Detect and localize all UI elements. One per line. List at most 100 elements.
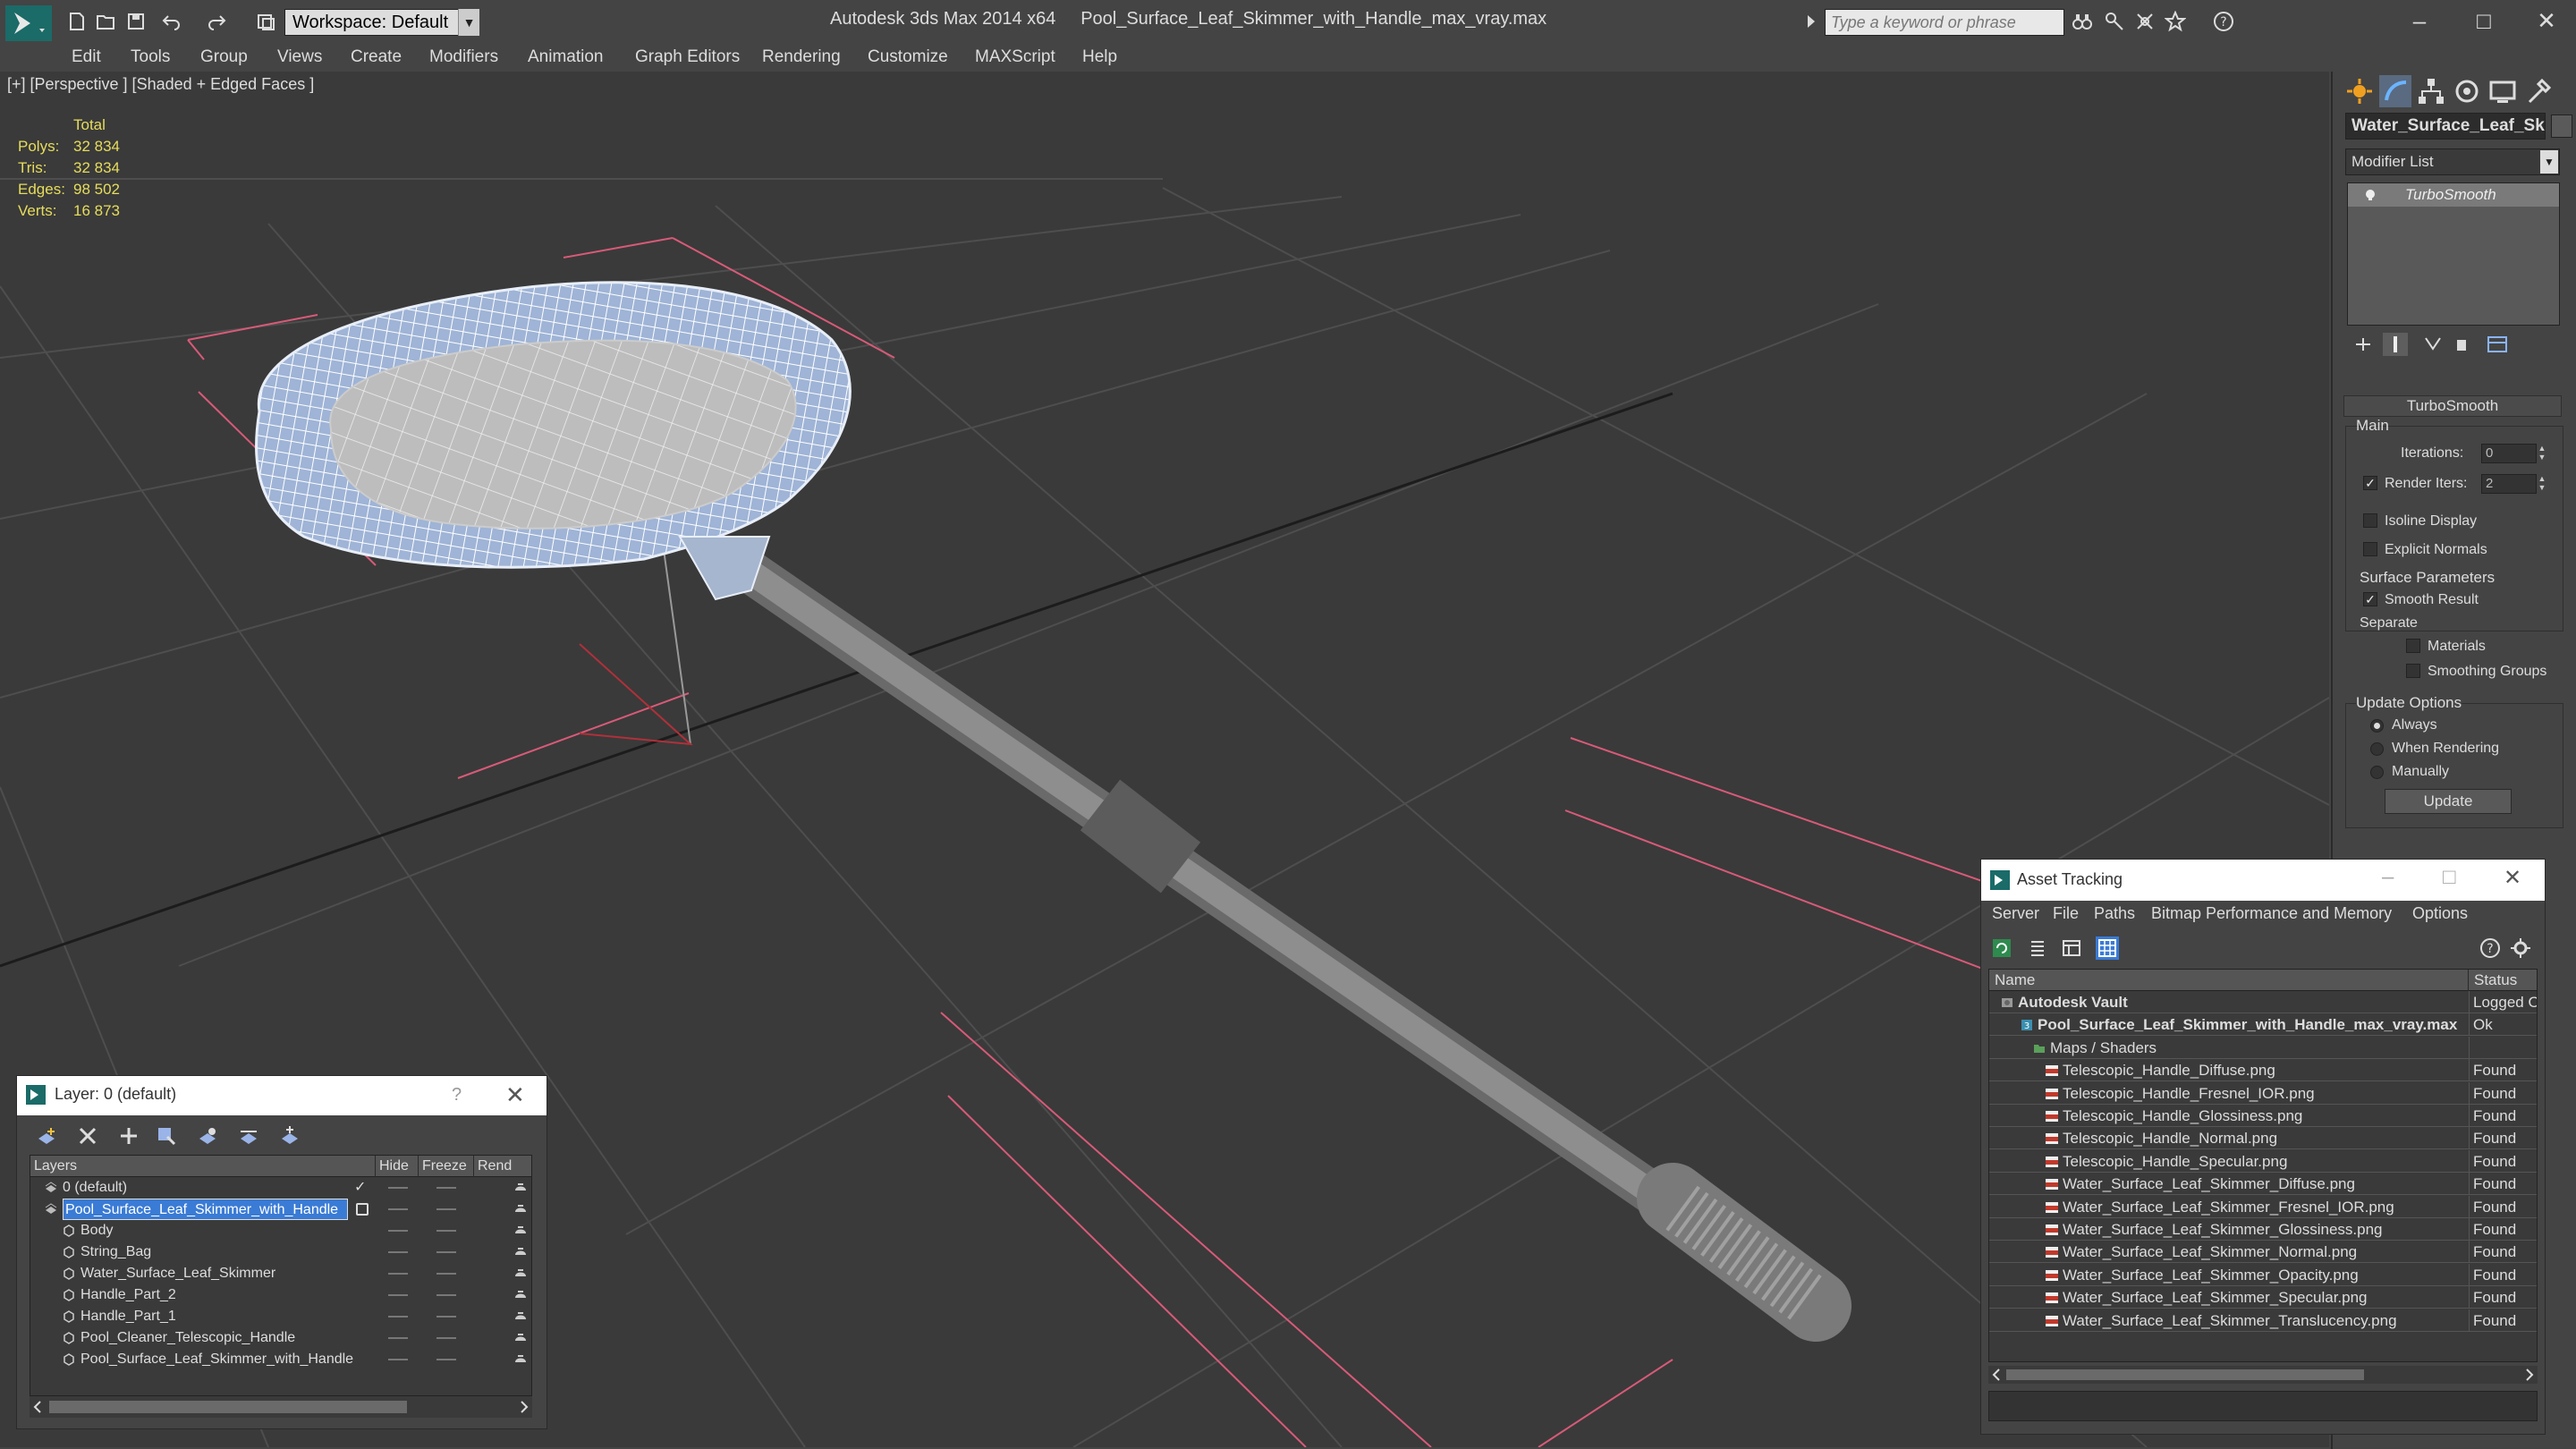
chevron-down-icon[interactable]: ▼ <box>2540 150 2558 174</box>
manually-radio[interactable] <box>2370 766 2384 779</box>
subscription-key-icon[interactable] <box>2104 11 2125 32</box>
open-file-icon[interactable] <box>95 11 116 32</box>
hide-toggle[interactable] <box>388 1187 408 1189</box>
asset-row[interactable]: Telescopic_Handle_Normal.png Found <box>1989 1127 2537 1150</box>
current-layer-toggle[interactable] <box>356 1203 369 1216</box>
menu-views[interactable]: Views <box>277 43 322 72</box>
expand-arrow-icon[interactable] <box>1803 11 1819 32</box>
table-view-icon[interactable] <box>2096 936 2119 960</box>
asset-name[interactable]: Water_Surface_Leaf_Skimmer_Translucency.… <box>2063 1309 2397 1332</box>
asset-row[interactable]: Telescopic_Handle_Glossiness.png Found <box>1989 1105 2537 1127</box>
layer-row-name[interactable]: Pool_Cleaner_Telescopic_Handle <box>80 1327 295 1349</box>
asset-name[interactable]: Water_Surface_Leaf_Skimmer_Specular.png <box>2063 1286 2368 1309</box>
asset-menu-server[interactable]: Server <box>1992 904 2039 923</box>
close-icon[interactable]: ✕ <box>505 1081 525 1109</box>
layer-row[interactable]: Pool_Surface_Leaf_Skimmer_with_Handle <box>30 1199 531 1220</box>
asset-row[interactable]: Water_Surface_Leaf_Skimmer_Translucency.… <box>1989 1309 2537 1332</box>
renderable-teapot-icon[interactable] <box>513 1224 528 1237</box>
layer-row-name[interactable]: Handle_Part_1 <box>80 1306 176 1327</box>
renderable-teapot-icon[interactable] <box>513 1203 528 1216</box>
layer-row-name[interactable]: String_Bag <box>80 1241 151 1263</box>
hide-toggle[interactable] <box>388 1359 408 1360</box>
layer-row[interactable]: Handle_Part_2 <box>30 1284 531 1306</box>
menu-graph-editors[interactable]: Graph Editors <box>635 43 740 72</box>
asset-row[interactable]: Water_Surface_Leaf_Skimmer_Opacity.png Fo… <box>1989 1263 2537 1286</box>
new-file-icon[interactable] <box>66 11 88 32</box>
freeze-toggle[interactable] <box>436 1230 456 1232</box>
layer-row-name[interactable]: Body <box>80 1220 113 1241</box>
asset-row[interactable]: Telescopic_Handle_Fresnel_IOR.png Found <box>1989 1081 2537 1105</box>
menu-animation[interactable]: Animation <box>528 43 604 72</box>
isoline-display-checkbox[interactable] <box>2363 513 2377 528</box>
layer-row[interactable]: Pool_Surface_Leaf_Skimmer_with_Handle <box>30 1349 531 1370</box>
layer-row[interactable]: Pool_Cleaner_Telescopic_Handle <box>30 1327 531 1349</box>
display-tab-icon[interactable] <box>2487 75 2519 107</box>
column-header-hide[interactable]: Hide <box>376 1156 419 1177</box>
highlight-selected-icon[interactable] <box>196 1124 219 1148</box>
asset-row[interactable]: Water_Surface_Leaf_Skimmer_Glossiness.pn… <box>1989 1218 2537 1241</box>
object-color-swatch[interactable] <box>2551 114 2572 138</box>
freeze-toggle[interactable] <box>436 1337 456 1339</box>
hide-toggle[interactable] <box>388 1294 408 1296</box>
renderable-teapot-icon[interactable] <box>513 1310 528 1323</box>
layer-row-name[interactable]: Handle_Part_2 <box>80 1284 176 1306</box>
asset-name[interactable]: Water_Surface_Leaf_Skimmer_Normal.png <box>2063 1241 2357 1263</box>
asset-row[interactable]: Telescopic_Handle_Specular.png Found <box>1989 1149 2537 1173</box>
asset-name[interactable]: Water_Surface_Leaf_Skimmer_Opacity.png <box>2063 1264 2359 1286</box>
spinner-arrows-icon[interactable]: ▲ ▼ <box>2537 474 2547 494</box>
turbosmooth-rollout-title[interactable]: TurboSmooth <box>2343 395 2562 417</box>
asset-row[interactable]: Autodesk Vault Logged O <box>1989 991 2537 1013</box>
asset-row[interactable]: Water_Surface_Leaf_Skimmer_Specular.png F… <box>1989 1286 2537 1309</box>
asset-path-field[interactable] <box>1988 1391 2538 1421</box>
asset-name[interactable]: Maps / Shaders <box>2050 1037 2157 1059</box>
utilities-tab-icon[interactable] <box>2522 75 2555 107</box>
layer-row[interactable]: 0 (default) ✓ <box>30 1177 531 1199</box>
menu-create[interactable]: Create <box>351 43 402 72</box>
materials-checkbox[interactable] <box>2406 639 2420 653</box>
menu-group[interactable]: Group <box>200 43 248 72</box>
layer-stack-icon[interactable] <box>45 1203 57 1216</box>
make-unique-icon[interactable] <box>2420 333 2445 356</box>
refresh-icon[interactable] <box>1990 936 2013 960</box>
smooth-result-checkbox[interactable]: ✓ <box>2363 592 2377 606</box>
layer-row-name[interactable]: 0 (default) <box>63 1177 127 1199</box>
render-iters-checkbox[interactable]: ✓ <box>2363 476 2377 490</box>
freeze-all-layers-icon[interactable] <box>278 1124 301 1148</box>
help-icon[interactable]: ? <box>2213 11 2234 32</box>
column-header-freeze[interactable]: Freeze <box>419 1156 474 1177</box>
chevron-down-icon[interactable]: ▼ <box>458 9 479 36</box>
modify-tab-icon[interactable] <box>2379 75 2411 107</box>
layer-row-name[interactable]: Pool_Surface_Leaf_Skimmer_with_Handle <box>63 1199 349 1220</box>
modifier-stack-item[interactable]: TurboSmooth <box>2348 183 2559 207</box>
hide-toggle[interactable] <box>388 1208 408 1210</box>
asset-name[interactable]: Water_Surface_Leaf_Skimmer_Fresnel_IOR.p… <box>2063 1196 2394 1218</box>
hide-all-layers-icon[interactable] <box>237 1124 260 1148</box>
active-layer-check-icon[interactable]: ✓ <box>354 1177 366 1199</box>
asset-row[interactable]: 3 Pool_Surface_Leaf_Skimmer_with_Handle_m… <box>1989 1013 2537 1037</box>
renderable-teapot-icon[interactable] <box>513 1289 528 1301</box>
renderable-teapot-icon[interactable] <box>513 1332 528 1344</box>
undo-icon[interactable] <box>161 11 182 32</box>
maximize-icon[interactable]: □ <box>2470 7 2497 34</box>
create-layer-icon[interactable] <box>35 1124 58 1148</box>
delete-layer-icon[interactable] <box>76 1124 99 1148</box>
hide-toggle[interactable] <box>388 1230 408 1232</box>
list-view-icon[interactable] <box>2026 936 2049 960</box>
settings-icon[interactable] <box>2509 936 2532 960</box>
close-icon[interactable]: ✕ <box>2504 865 2521 891</box>
asset-name[interactable]: Telescopic_Handle_Diffuse.png <box>2063 1059 2275 1081</box>
hide-toggle[interactable] <box>388 1273 408 1275</box>
menu-maxscript[interactable]: MAXScript <box>975 43 1055 72</box>
asset-row[interactable]: Water_Surface_Leaf_Skimmer_Diffuse.png Fo… <box>1989 1173 2537 1196</box>
asset-name[interactable]: Autodesk Vault <box>2018 991 2128 1013</box>
renderable-teapot-icon[interactable] <box>513 1182 528 1194</box>
asset-menu-bitmap-performance[interactable]: Bitmap Performance and Memory <box>2151 904 2392 923</box>
layer-row[interactable]: String_Bag <box>30 1241 531 1263</box>
layer-stack-icon[interactable] <box>45 1182 57 1194</box>
asset-name[interactable]: Telescopic_Handle_Normal.png <box>2063 1127 2277 1149</box>
asset-window-titlebar[interactable]: Asset Tracking – □ ✕ <box>1981 860 2545 901</box>
freeze-toggle[interactable] <box>436 1273 456 1275</box>
workspace-dropdown[interactable]: Workspace: Default <box>284 9 479 36</box>
iterations-spinner[interactable]: 0 <box>2481 444 2537 463</box>
asset-name[interactable]: Telescopic_Handle_Glossiness.png <box>2063 1105 2302 1127</box>
